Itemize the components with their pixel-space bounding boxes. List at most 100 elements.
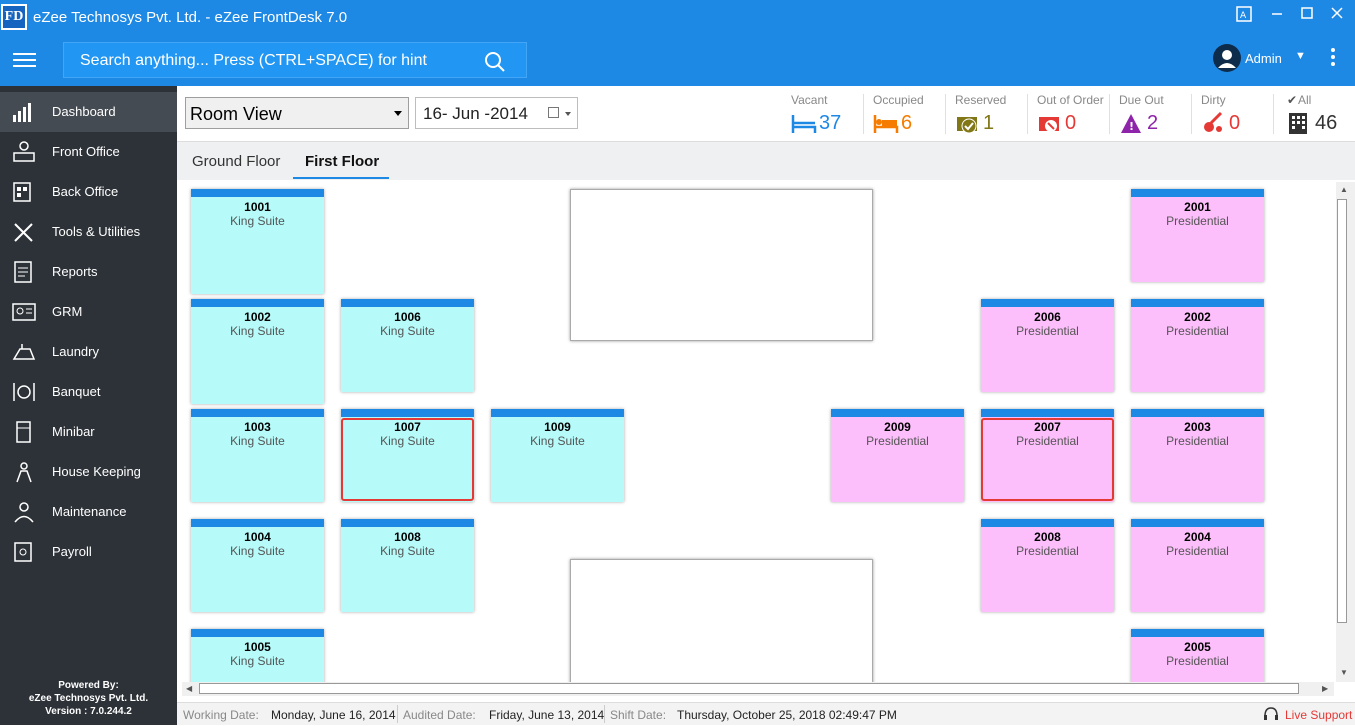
vertical-scrollbar[interactable]: ▲ ▼ [1336,182,1355,682]
sidebar-item-banquet[interactable]: Banquet [0,372,177,412]
search-input[interactable]: Search anything... Press (CTRL+SPACE) fo… [63,42,527,78]
audited-date-value: Friday, June 13, 2014 [489,708,605,722]
room-tile[interactable]: 1005 King Suite [191,629,324,682]
stat-label: Reserved [955,93,1007,107]
sidebar-item-reports[interactable]: Reports [0,252,177,292]
stat-label: Dirty [1201,93,1226,107]
horizontal-scrollbar[interactable]: ◀ ▶ [182,682,1334,696]
stat-label: Due Out [1119,93,1164,107]
tools-icon [12,221,36,243]
close-button[interactable] [1327,6,1347,26]
room-tile[interactable]: 2002 Presidential [1131,299,1264,392]
chevron-down-icon[interactable] [565,112,571,116]
minimize-button[interactable] [1267,6,1287,26]
svg-text:!: ! [1129,120,1134,133]
maximize-button[interactable] [1297,6,1317,26]
room-number: 1004 [244,530,271,544]
room-type: Presidential [1166,324,1229,338]
sidebar-item-back-office[interactable]: Back Office [0,172,177,212]
room-type: King Suite [530,434,585,448]
shift-date-label: Shift Date: [610,708,667,722]
room-tile[interactable]: 2001 Presidential [1131,189,1264,282]
scroll-left-icon[interactable]: ◀ [186,684,192,693]
stat-label: All [1298,93,1312,107]
sidebar-item-label: Back Office [52,184,119,199]
menu-icon[interactable] [13,53,36,67]
window-title: eZee Technosys Pvt. Ltd. - eZee FrontDes… [33,9,348,26]
sidebar-item-front-office[interactable]: Front Office [0,132,177,172]
room-type: King Suite [230,214,285,228]
more-options-icon[interactable] [1331,48,1337,69]
room-tile[interactable]: 1004 King Suite [191,519,324,612]
floor-tabs: Ground Floor First Floor [177,142,1355,180]
sidebar: Dashboard Front Office Back Office Tools… [0,86,177,725]
room-tile[interactable]: 1001 King Suite [191,189,324,294]
dashboard-icon [12,101,36,123]
grm-icon [12,301,36,323]
sidebar-item-label: Front Office [52,144,120,159]
sidebar-item-label: House Keeping [52,464,141,479]
calendar-icon[interactable] [548,107,559,118]
sidebar-item-tools[interactable]: Tools & Utilities [0,212,177,252]
sidebar-item-payroll[interactable]: Payroll [0,532,177,572]
room-type: King Suite [230,654,285,668]
room-tile[interactable]: 1003 King Suite [191,409,324,502]
banquet-icon [12,381,36,403]
room-number: 1008 [394,530,421,544]
view-select[interactable]: Room View [185,97,409,129]
tab-ground-floor[interactable]: Ground Floor [192,153,280,170]
room-tile[interactable]: 2005 Presidential [1131,629,1264,682]
room-type: Presidential [1016,434,1079,448]
room-tile[interactable]: 2008 Presidential [981,519,1114,612]
room-tile[interactable]: 2004 Presidential [1131,519,1264,612]
scroll-right-icon[interactable]: ▶ [1322,684,1328,693]
app-logo: FD [1,4,27,30]
room-number: 1003 [244,420,271,434]
payroll-icon [12,541,36,563]
room-type: King Suite [380,544,435,558]
sidebar-item-laundry[interactable]: Laundry [0,332,177,372]
sidebar-item-minibar[interactable]: Minibar [0,412,177,452]
language-icon[interactable]: A [1234,6,1254,26]
sidebar-item-dashboard[interactable]: Dashboard [0,92,177,132]
sidebar-item-house-keeping[interactable]: House Keeping [0,452,177,492]
chevron-down-icon[interactable]: ▼ [1295,50,1306,62]
sidebar-item-grm[interactable]: GRM [0,292,177,332]
active-tab-indicator [293,177,389,179]
room-tile[interactable]: 1002 King Suite [191,299,324,404]
laundry-icon [12,341,36,363]
scroll-thumb[interactable] [1337,199,1347,623]
scroll-up-icon[interactable]: ▲ [1340,185,1348,194]
room-number: 1006 [394,310,421,324]
room-tile-selected[interactable]: 1007 King Suite [341,409,474,502]
stat-value: 37 [819,112,842,134]
room-tile[interactable]: 1008 King Suite [341,519,474,612]
room-tile[interactable]: 1009 King Suite [491,409,624,502]
sidebar-item-maintenance[interactable]: Maintenance [0,492,177,532]
room-type: Presidential [1016,324,1079,338]
live-support-link[interactable]: Live Support [1262,705,1352,725]
room-type: King Suite [230,434,285,448]
room-tile[interactable]: 2006 Presidential [981,299,1114,392]
room-tile-selected[interactable]: 2007 Presidential [981,409,1114,502]
search-icon[interactable] [484,51,506,78]
sidebar-item-label: Dashboard [52,104,116,119]
tab-first-floor[interactable]: First Floor [305,153,379,170]
room-tile[interactable]: 1006 King Suite [341,299,474,392]
scroll-down-icon[interactable]: ▼ [1340,668,1348,677]
room-tile[interactable]: 2003 Presidential [1131,409,1264,502]
date-picker[interactable]: 16- Jun -2014 [415,97,578,129]
stat-value: 0 [1229,112,1241,134]
room-number: 2007 [1034,420,1061,434]
version-label: Version : 7.0.244.2 [45,706,132,717]
due-out-icon: ! [1119,111,1145,135]
stat-value: 0 [1065,112,1077,134]
sidebar-item-label: Tools & Utilities [52,224,141,239]
layout-block [570,189,873,341]
room-number: 1002 [244,310,271,324]
minibar-icon [12,421,36,443]
room-number: 1007 [394,420,421,434]
scroll-thumb[interactable] [199,683,1299,694]
check-icon: ✔ [1287,93,1298,107]
room-tile[interactable]: 2009 Presidential [831,409,964,502]
